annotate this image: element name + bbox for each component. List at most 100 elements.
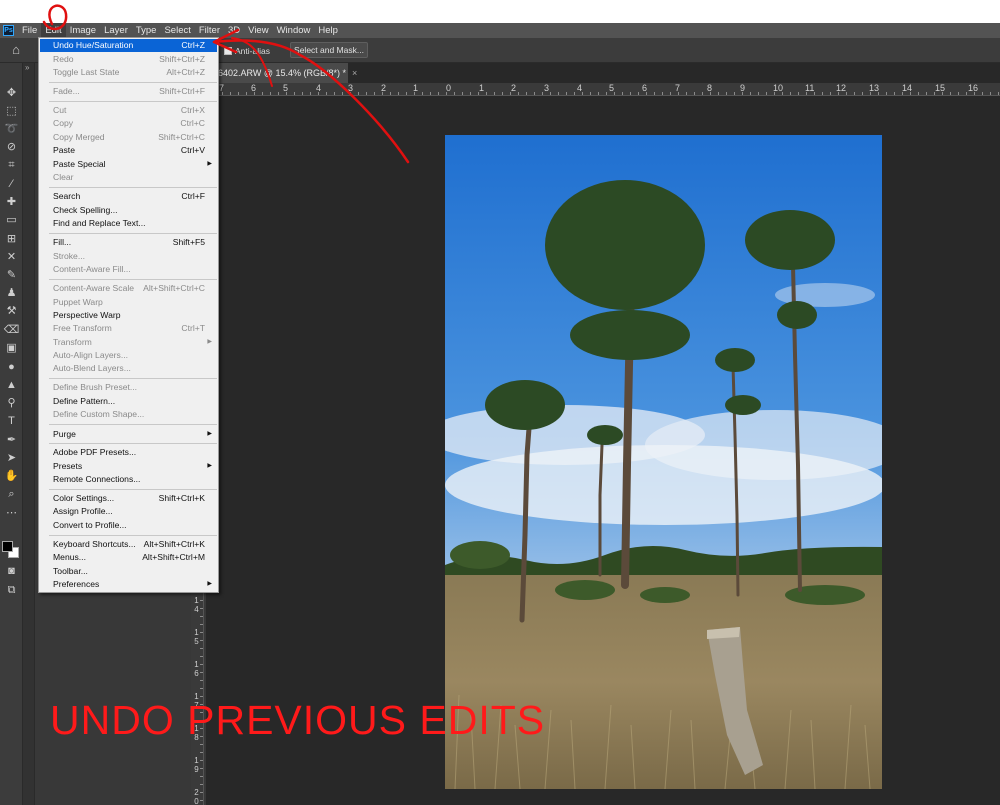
close-tab-icon[interactable]: × xyxy=(352,68,357,78)
healing-icon[interactable]: ✚ xyxy=(3,194,20,210)
annotation-caption: UNDO PREVIOUS EDITS xyxy=(50,697,546,743)
crop-icon[interactable]: ⌗ xyxy=(3,157,20,173)
home-icon[interactable]: ⌂ xyxy=(8,43,24,57)
menu-type[interactable]: Type xyxy=(132,23,161,38)
menu-item-paste[interactable]: Paste Ctrl+V xyxy=(40,144,217,157)
sharpen-icon[interactable]: ▲ xyxy=(3,377,20,393)
clone-stamp-icon[interactable]: ♟ xyxy=(3,285,20,301)
menu-item-content-aware-scale[interactable]: Content-Aware Scale Alt+Shift+Ctrl+C xyxy=(40,282,217,295)
menu-item-transform[interactable]: Transform ▶ xyxy=(40,336,217,349)
dodge-icon[interactable]: ⚲ xyxy=(3,395,20,411)
menu-item-check-spelling[interactable]: Check Spelling... xyxy=(40,204,217,217)
screen-mode-icon[interactable]: ⧉ xyxy=(3,582,20,598)
menu-item-define-brush[interactable]: Define Brush Preset... xyxy=(40,381,217,394)
move-icon[interactable]: ✥ xyxy=(3,85,20,101)
lasso-icon[interactable]: ➰ xyxy=(3,121,20,137)
ruler-tick-label: 5 xyxy=(283,83,289,93)
menu-item-copy-merged[interactable]: Copy Merged Shift+Ctrl+C xyxy=(40,131,217,144)
pen-icon[interactable]: ✒ xyxy=(3,432,20,448)
menu-item-keyboard-shortcuts[interactable]: Keyboard Shortcuts... Alt+Shift+Ctrl+K xyxy=(40,538,217,551)
submenu-arrow-icon: ▶ xyxy=(207,339,212,345)
stamp-icon[interactable]: ⊞ xyxy=(3,231,20,247)
document-photo[interactable] xyxy=(445,135,882,789)
menu-item-puppet-warp[interactable]: Puppet Warp xyxy=(40,296,217,309)
menu-filter[interactable]: Filter xyxy=(195,23,224,38)
menu-item-auto-align[interactable]: Auto-Align Layers... xyxy=(40,349,217,362)
ruler-tick-label: 13 xyxy=(869,83,880,93)
menu-select[interactable]: Select xyxy=(160,23,194,38)
menu-item-color-settings[interactable]: Color Settings... Shift+Ctrl+K xyxy=(40,492,217,505)
eyedropper-icon[interactable]: ⁄ xyxy=(3,176,20,192)
marquee-icon[interactable]: ⬚ xyxy=(3,103,20,119)
antialias-checkbox-box[interactable] xyxy=(224,46,232,55)
ruler-tick-label: 4 xyxy=(577,83,583,93)
menu-item-preferences[interactable]: Preferences ▶ xyxy=(40,578,217,591)
menu-window[interactable]: Window xyxy=(273,23,315,38)
menu-separator xyxy=(49,187,217,188)
photoshop-logo-icon: Ps xyxy=(3,25,14,36)
more-icon[interactable]: ⋯ xyxy=(3,505,20,521)
menu-item-paste-special[interactable]: Paste Special ▶ xyxy=(40,158,217,171)
document-tab-title: 6402.ARW @ 15.4% (RGB/8*) * xyxy=(218,68,347,78)
antialias-checkbox[interactable]: Anti-alias xyxy=(224,44,270,57)
horizontal-ruler[interactable]: 7 6 5 4 3 2 1 0 1 2 3 4 5 6 7 8 9 10 11 … xyxy=(206,83,1000,96)
menu-separator xyxy=(49,489,217,490)
eraser-icon[interactable]: ⌫ xyxy=(3,322,20,338)
menu-item-assign-profile[interactable]: Assign Profile... xyxy=(40,505,217,518)
collapse-arrows-icon[interactable]: » xyxy=(25,63,29,72)
menu-item-toggle-last-state[interactable]: Toggle Last State Alt+Ctrl+Z xyxy=(40,66,217,79)
submenu-arrow-icon: ▶ xyxy=(207,431,212,437)
menu-3d[interactable]: 3D xyxy=(224,23,244,38)
ruler-tick-label: 4 xyxy=(316,83,322,93)
path-select-icon[interactable]: ➤ xyxy=(3,450,20,466)
gradient-icon[interactable]: ▣ xyxy=(3,340,20,356)
menu-item-clear[interactable]: Clear xyxy=(40,171,217,184)
quick-select-icon[interactable]: ⊘ xyxy=(3,139,20,155)
menu-item-remote-connections[interactable]: Remote Connections... xyxy=(40,473,217,486)
art-history-icon[interactable]: ⚒ xyxy=(3,303,20,319)
menu-file[interactable]: File xyxy=(18,23,41,38)
menu-layer[interactable]: Layer xyxy=(100,23,132,38)
menu-item-purge[interactable]: Purge ▶ xyxy=(40,428,217,441)
menu-view[interactable]: View xyxy=(244,23,272,38)
quick-mask-icon[interactable]: ◙ xyxy=(3,563,20,579)
hand-icon[interactable]: ✋ xyxy=(3,468,20,484)
foreground-color-swatch[interactable] xyxy=(2,541,13,552)
menu-item-define-pattern[interactable]: Define Pattern... xyxy=(40,395,217,408)
menu-item-find-replace[interactable]: Find and Replace Text... xyxy=(40,217,217,230)
menu-separator xyxy=(49,443,217,444)
menu-item-convert-profile[interactable]: Convert to Profile... xyxy=(40,519,217,532)
menu-help[interactable]: Help xyxy=(314,23,342,38)
menu-item-toolbar[interactable]: Toolbar... xyxy=(40,565,217,578)
menu-edit[interactable]: Edit xyxy=(41,23,66,38)
menu-item-undo[interactable]: Undo Hue/Saturation Ctrl+Z xyxy=(40,39,217,52)
tools-panel: ✥ ⬚ ➰ ⊘ ⌗ ⁄ ✚ ▭ ⊞ ✕ ✎ ♟ ⚒ ⌫ ▣ ● ▲ ⚲ T ✒ … xyxy=(0,63,23,805)
document-tab[interactable]: 6402.ARW @ 15.4% (RGB/8*) * × xyxy=(206,63,357,83)
select-and-mask-button[interactable]: Select and Mask... xyxy=(290,42,368,58)
menu-item-stroke[interactable]: Stroke... xyxy=(40,250,217,263)
blur-icon[interactable]: ● xyxy=(3,359,20,375)
ruler-tick-label: 1 5 xyxy=(194,628,199,646)
ruler-tick-label: 3 xyxy=(348,83,354,93)
submenu-arrow-icon: ▶ xyxy=(207,463,212,469)
menu-image[interactable]: Image xyxy=(66,23,100,38)
menu-item-redo[interactable]: Redo Shift+Ctrl+Z xyxy=(40,53,217,66)
zoom-icon[interactable]: ⌕ xyxy=(3,486,20,502)
history-brush-icon[interactable]: ▭ xyxy=(3,212,20,228)
menu-item-copy[interactable]: Copy Ctrl+C xyxy=(40,117,217,130)
type-icon[interactable]: T xyxy=(3,413,20,429)
menu-item-free-transform[interactable]: Free Transform Ctrl+T xyxy=(40,322,217,335)
menu-item-auto-blend[interactable]: Auto-Blend Layers... xyxy=(40,362,217,375)
transform-icon[interactable]: ✕ xyxy=(3,249,20,265)
menu-item-cut[interactable]: Cut Ctrl+X xyxy=(40,104,217,117)
brush-icon[interactable]: ✎ xyxy=(3,267,20,283)
menu-item-menus[interactable]: Menus... Alt+Shift+Ctrl+M xyxy=(40,551,217,564)
menu-item-presets[interactable]: Presets ▶ xyxy=(40,460,217,473)
menu-item-fade[interactable]: Fade... Shift+Ctrl+F xyxy=(40,85,217,98)
menu-item-pdf-presets[interactable]: Adobe PDF Presets... xyxy=(40,446,217,459)
menu-item-content-aware-fill[interactable]: Content-Aware Fill... xyxy=(40,263,217,276)
menu-item-search[interactable]: Search Ctrl+F xyxy=(40,190,217,203)
menu-item-perspective-warp[interactable]: Perspective Warp xyxy=(40,309,217,322)
menu-item-fill[interactable]: Fill... Shift+F5 xyxy=(40,236,217,249)
menu-item-define-custom-shape[interactable]: Define Custom Shape... xyxy=(40,408,217,421)
